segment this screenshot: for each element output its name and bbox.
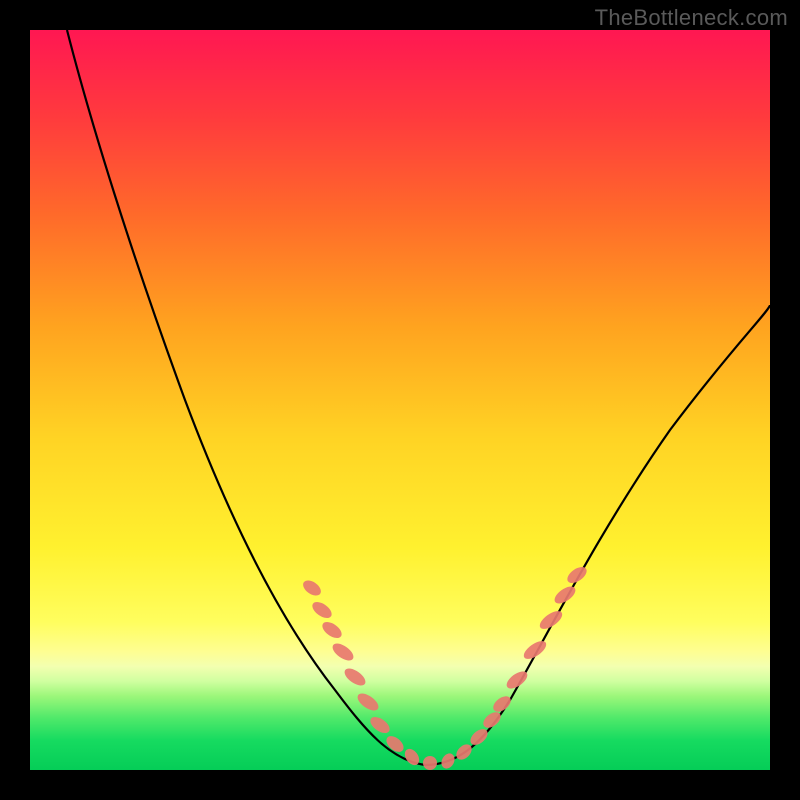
marker-cluster (300, 564, 589, 771)
bottleneck-curve (67, 30, 770, 765)
watermark-text: TheBottleneck.com (595, 5, 788, 31)
chart-svg (30, 30, 770, 770)
chart-frame: TheBottleneck.com (0, 0, 800, 800)
